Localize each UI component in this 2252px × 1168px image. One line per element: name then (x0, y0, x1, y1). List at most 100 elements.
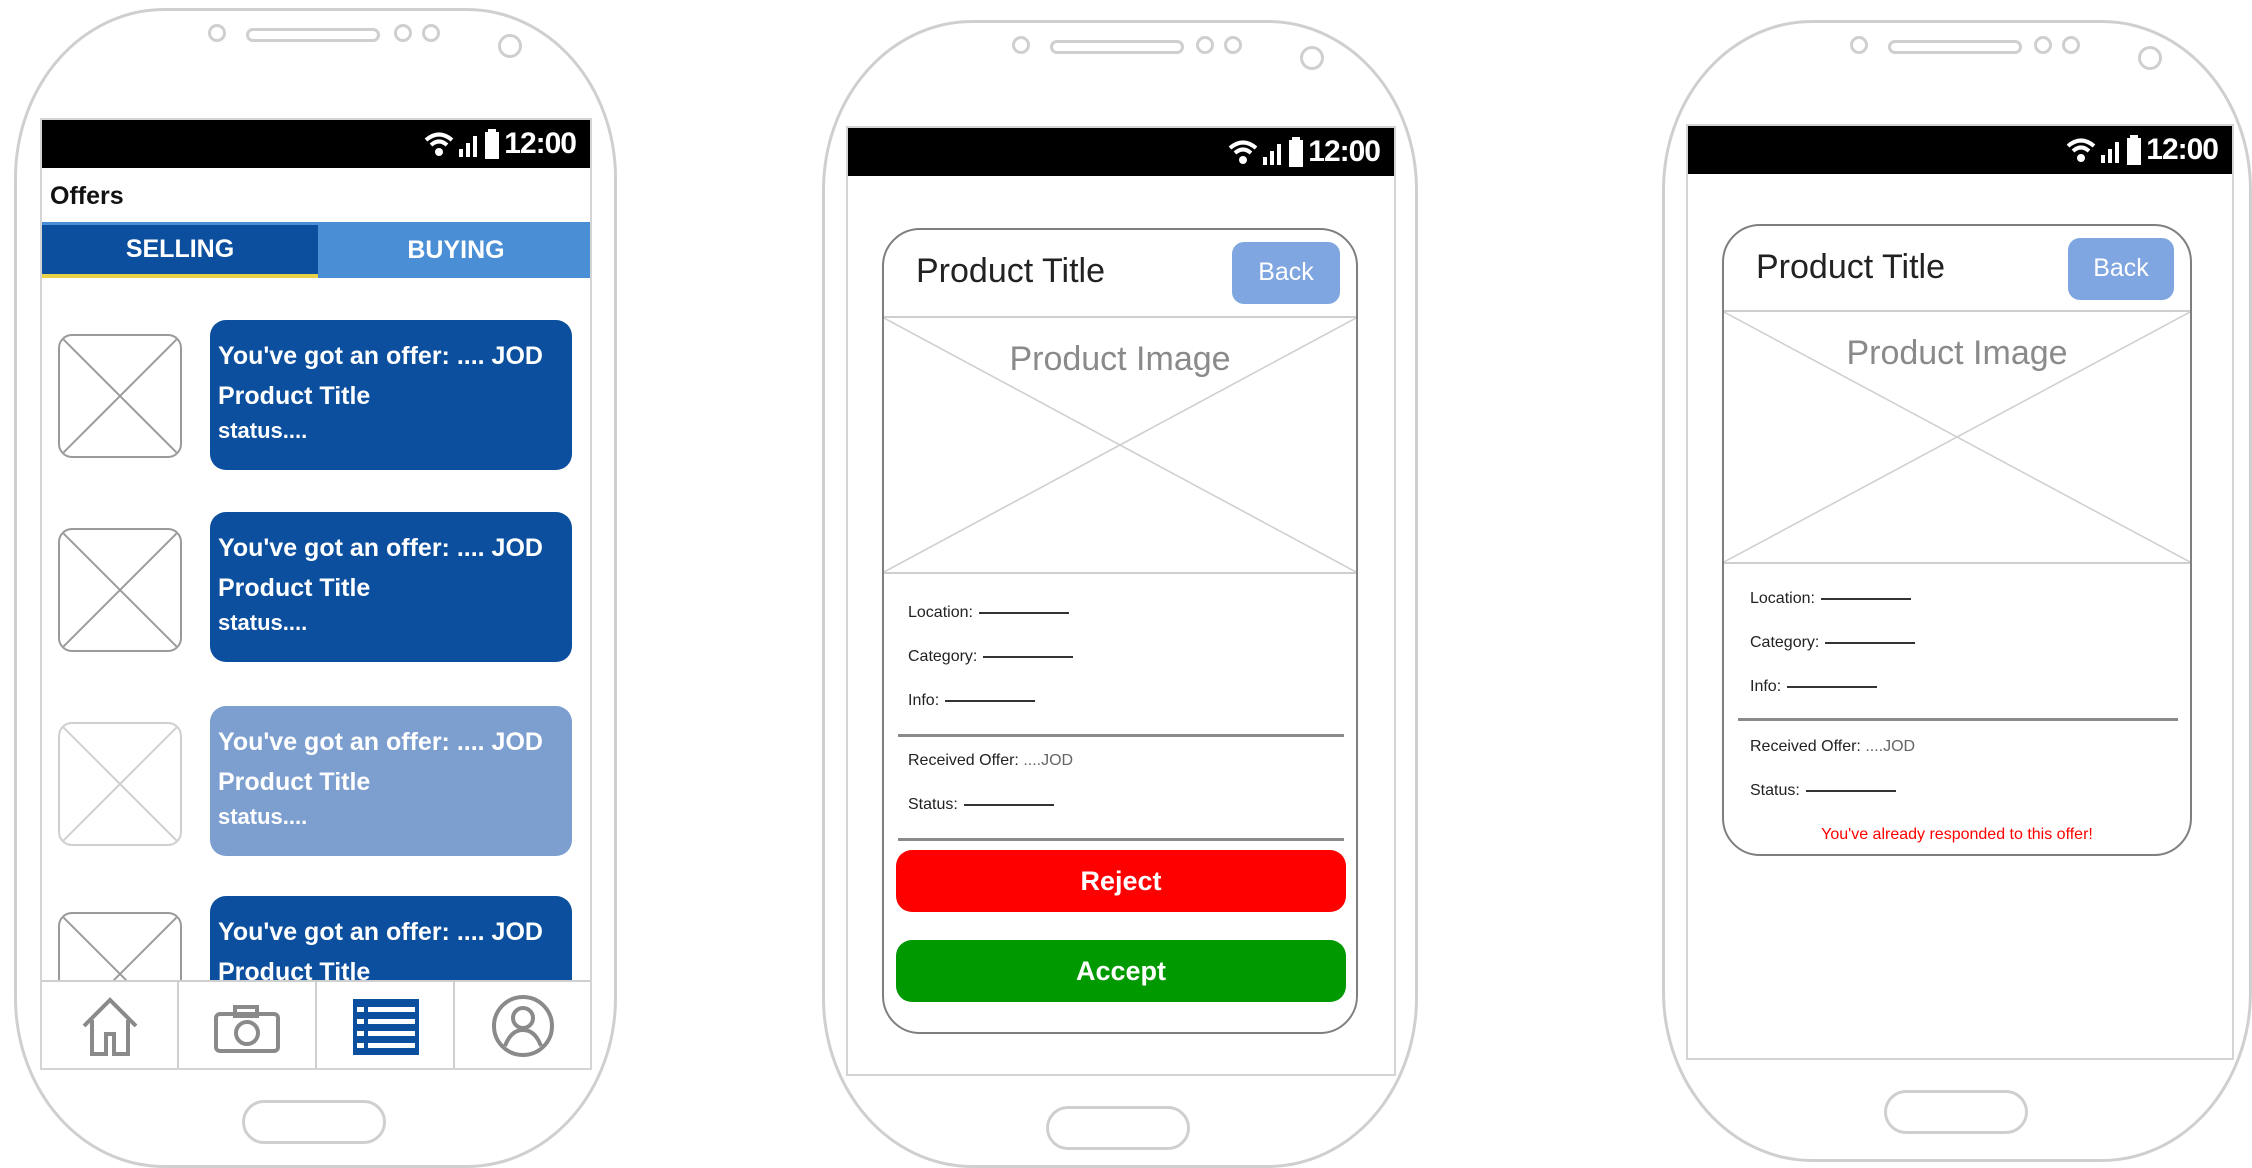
tab-buying[interactable]: BUYING (318, 222, 590, 278)
signal-icon (2101, 142, 2120, 163)
tab-selling-label: SELLING (125, 235, 235, 263)
category-field: Category: (908, 648, 1074, 666)
offer-thumbnail (58, 528, 182, 652)
status-time: 12:00 (504, 127, 577, 160)
status-time: 12:00 (1308, 135, 1381, 168)
battery-icon (2127, 135, 2142, 165)
offer-thumbnail (58, 334, 182, 458)
divider (1738, 718, 2178, 721)
category-label: Category: (1750, 634, 1820, 651)
nav-camera[interactable] (179, 982, 317, 1068)
offer-card[interactable]: You've got an offer: .... JOD Product Ti… (210, 706, 572, 856)
offer-amount: You've got an offer: .... JOD (218, 534, 543, 562)
location-label: Location: (1750, 590, 1815, 607)
tab-selling[interactable]: SELLING (42, 222, 318, 278)
info-field: Info: (1750, 678, 1878, 696)
nav-home[interactable] (42, 982, 179, 1068)
product-image: Product Image (1724, 310, 2190, 564)
speaker-grille (1888, 40, 2022, 54)
status-field: Status: (1750, 782, 1896, 800)
status-bar: 12:00 (42, 120, 590, 168)
location-label: Location: (908, 604, 973, 621)
received-offer-field: Received Offer: ....JOD (1750, 738, 1915, 756)
offer-product-title: Product Title (218, 382, 371, 410)
screen-offer-detail: 12:00 Product Title Back Product Image L… (846, 126, 1396, 1076)
offer-detail-card: Product Title Back Product Image Locatio… (882, 228, 1358, 1034)
sensor-dot (2034, 36, 2052, 54)
nav-list[interactable] (317, 982, 455, 1068)
received-offer-label: Received Offer: (908, 752, 1019, 769)
list-icon (353, 999, 419, 1055)
info-field: Info: (908, 692, 1036, 710)
wifi-icon (1228, 140, 1258, 164)
offer-status: status.... (218, 418, 308, 443)
status-bar: 12:00 (1688, 126, 2232, 174)
divider (898, 838, 1344, 841)
offer-status: status.... (218, 804, 308, 829)
home-hardware-button[interactable] (1884, 1090, 2028, 1134)
offer-card[interactable]: You've got an offer: .... JOD Product Ti… (210, 512, 572, 662)
battery-icon (1289, 137, 1304, 167)
screen-offers: 12:00 Offers SELLING BUYING You've got a… (40, 118, 592, 1070)
signal-icon (459, 136, 478, 157)
offer-amount: You've got an offer: .... JOD (218, 918, 543, 946)
status-label: Status: (908, 796, 958, 813)
profile-icon (492, 995, 554, 1057)
offer-card[interactable]: You've got an offer: .... JOD Product Ti… (210, 320, 572, 470)
sensor-dot (1224, 36, 1242, 54)
received-offer-label: Received Offer: (1750, 738, 1861, 755)
sensor-dot (1196, 36, 1214, 54)
home-icon (82, 997, 138, 1056)
info-label: Info: (908, 692, 940, 709)
screen-offer-responded: 12:00 Product Title Back Product Image L… (1686, 124, 2234, 1060)
nav-profile[interactable] (455, 982, 590, 1068)
product-image-label: Product Image (1846, 334, 2068, 372)
front-camera-dot (1012, 36, 1030, 54)
back-button[interactable]: Back (2068, 238, 2174, 300)
product-title: Product Title (1756, 248, 1945, 286)
product-title: Product Title (916, 252, 1105, 290)
offer-thumbnail (58, 722, 182, 846)
status-time: 12:00 (2146, 133, 2219, 166)
proximity-sensor (2138, 46, 2162, 70)
tab-buying-label: BUYING (407, 236, 505, 264)
wifi-icon (2066, 138, 2096, 162)
offer-detail-card: Product Title Back Product Image Locatio… (1722, 224, 2192, 856)
wifi-icon (424, 132, 454, 156)
offer-status: status.... (218, 610, 308, 635)
camera-icon (214, 1005, 280, 1053)
received-offer-value: ....JOD (1865, 738, 1916, 755)
location-field: Location: (1750, 590, 1911, 608)
offer-product-title: Product Title (218, 768, 371, 796)
offer-amount: You've got an offer: .... JOD (218, 342, 543, 370)
sensor-dot (394, 24, 412, 42)
product-image: Product Image (884, 316, 1356, 574)
bottom-nav (42, 980, 590, 1068)
already-responded-message: You've already responded to this offer! (1821, 826, 2093, 843)
proximity-sensor (1300, 46, 1324, 70)
status-bar: 12:00 (848, 128, 1394, 176)
status-label: Status: (1750, 782, 1800, 799)
front-camera-dot (208, 24, 226, 42)
battery-icon (485, 129, 500, 159)
speaker-grille (246, 28, 380, 42)
received-offer-field: Received Offer: ....JOD (908, 752, 1073, 770)
back-button[interactable]: Back (1232, 242, 1340, 304)
proximity-sensor (498, 34, 522, 58)
page-title: Offers (50, 182, 124, 210)
offer-amount: You've got an offer: .... JOD (218, 728, 543, 756)
category-field: Category: (1750, 634, 1916, 652)
home-hardware-button[interactable] (1046, 1106, 1190, 1150)
reject-button[interactable]: Reject (896, 850, 1346, 912)
accept-button[interactable]: Accept (896, 940, 1346, 1002)
front-camera-dot (1850, 36, 1868, 54)
home-hardware-button[interactable] (242, 1100, 386, 1144)
offer-product-title: Product Title (218, 574, 371, 602)
sensor-dot (422, 24, 440, 42)
location-field: Location: (908, 604, 1069, 622)
info-label: Info: (1750, 678, 1782, 695)
divider (898, 734, 1344, 737)
category-label: Category: (908, 648, 978, 665)
product-image-label: Product Image (1009, 340, 1231, 378)
received-offer-value: ....JOD (1023, 752, 1074, 769)
